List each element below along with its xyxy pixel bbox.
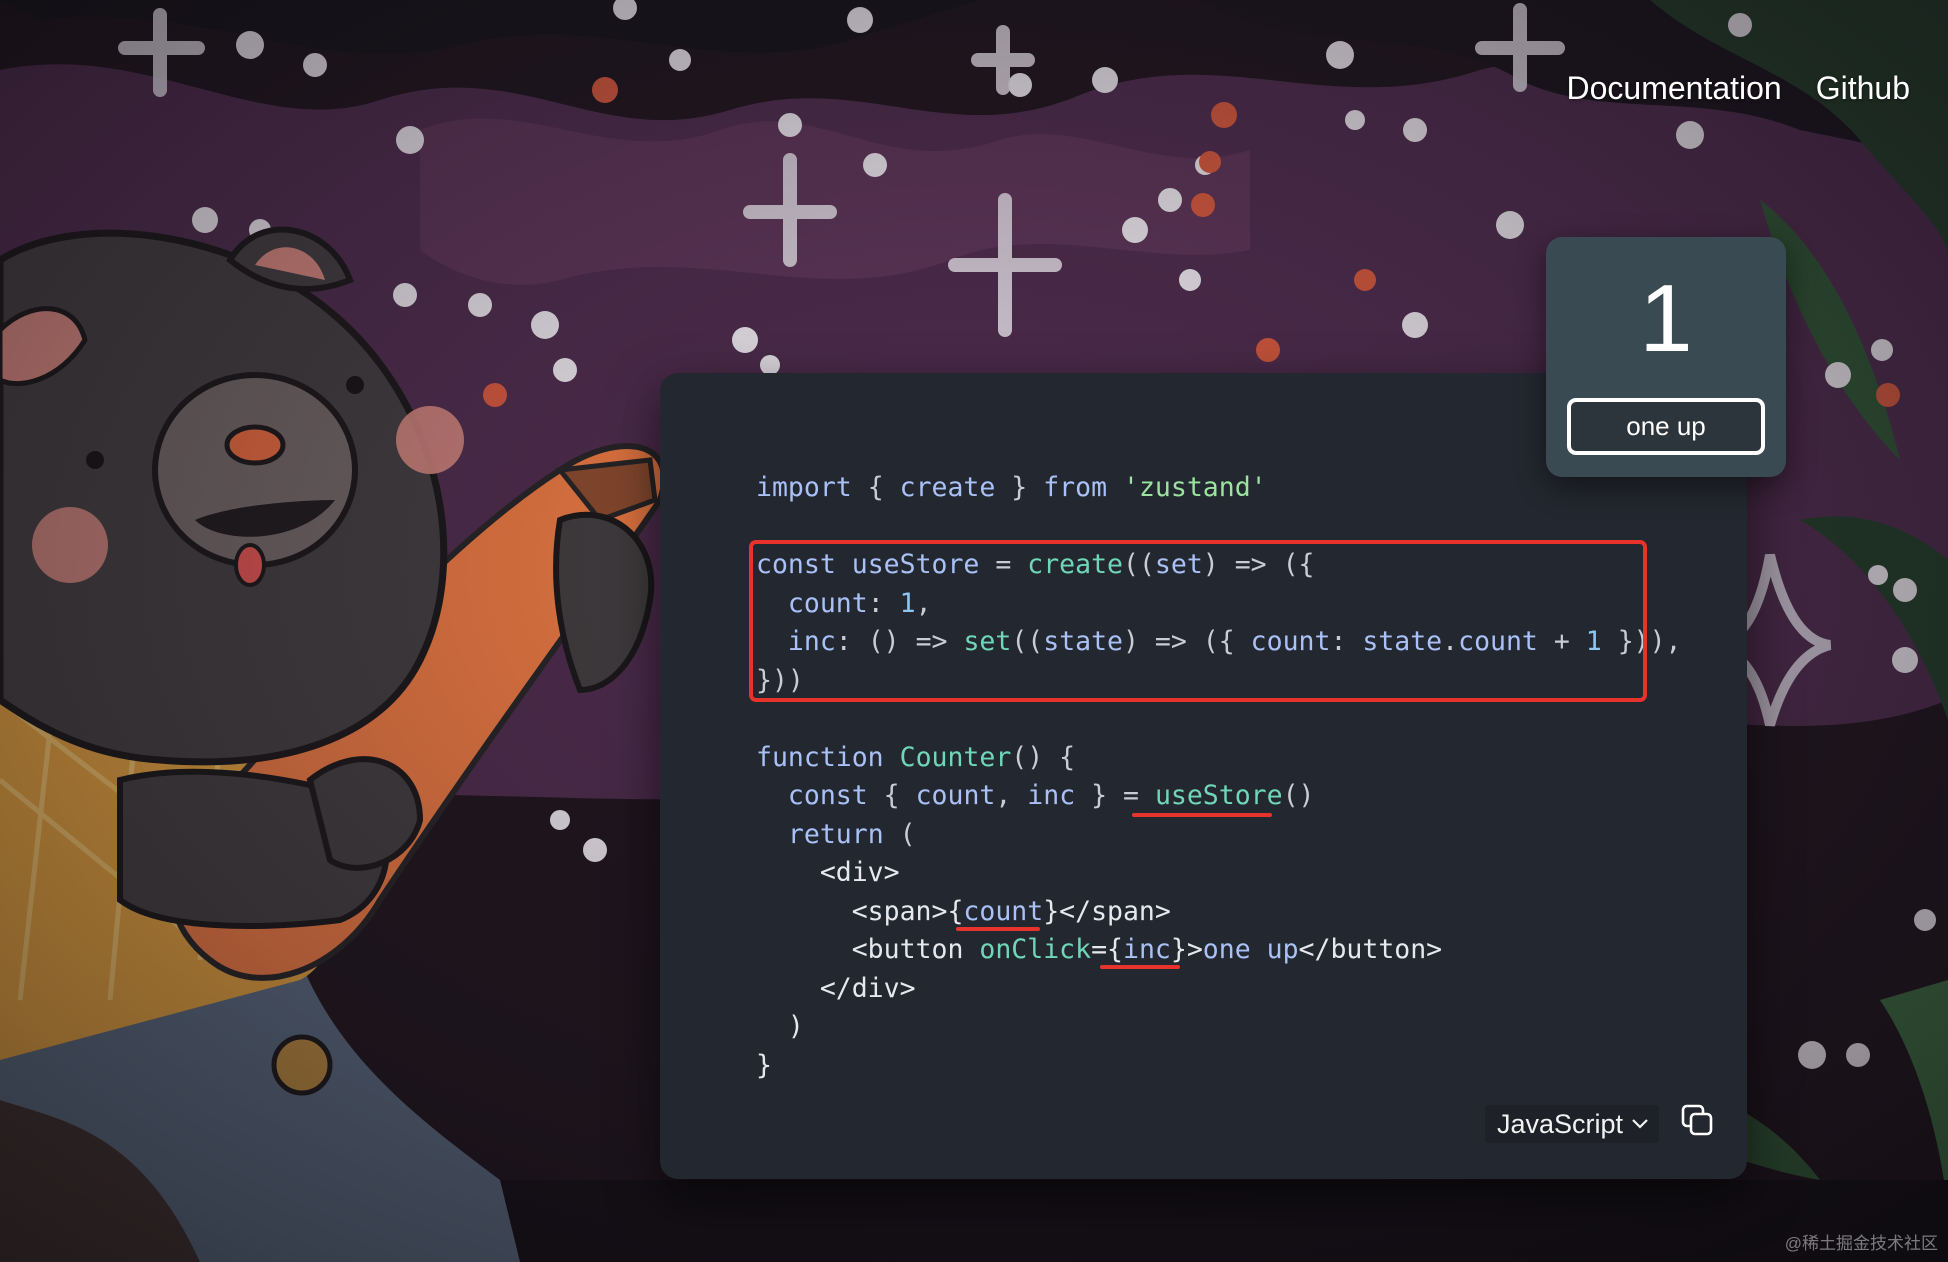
code-line-12: </div> [756,972,916,1004]
top-nav: Documentation Github [1566,70,1910,107]
code-line-14: } [756,1049,772,1081]
code-line-7: const { count, inc } = useStore() [787,780,1315,811]
copy-icon[interactable] [1680,1103,1714,1137]
nav-link-github[interactable]: Github [1816,70,1910,107]
usestore-underline [1132,813,1272,817]
code-line-10: <span>{count}</span> [756,895,1171,927]
code-line-6: function Counter() { [756,741,1076,773]
watermark: @稀土掘金技术社区 [1784,1234,1938,1253]
code-line-11: <button onClick={inc}>one up</button> [756,934,1443,965]
language-select[interactable]: JavaScript [1485,1105,1660,1143]
counter-value: 1 [1639,265,1693,372]
inc-underline [1100,965,1180,969]
language-select-label: JavaScript [1497,1108,1624,1139]
code-line-1: import { create } from 'zustand' [756,472,1267,503]
code-line-8: return ( [787,818,916,850]
count-underline [956,927,1040,931]
code-line-13: ) [756,1011,804,1042]
nav-link-documentation[interactable]: Documentation [1566,70,1781,107]
counter-demo-card: 1 one up [1546,237,1786,477]
code-line-9: <div> [756,857,900,888]
chevron-down-icon [1632,1119,1648,1129]
one-up-button[interactable]: one up [1567,398,1765,455]
store-highlight-box [749,540,1647,702]
code-panel: import { create } from 'zustand' const u… [660,373,1747,1179]
